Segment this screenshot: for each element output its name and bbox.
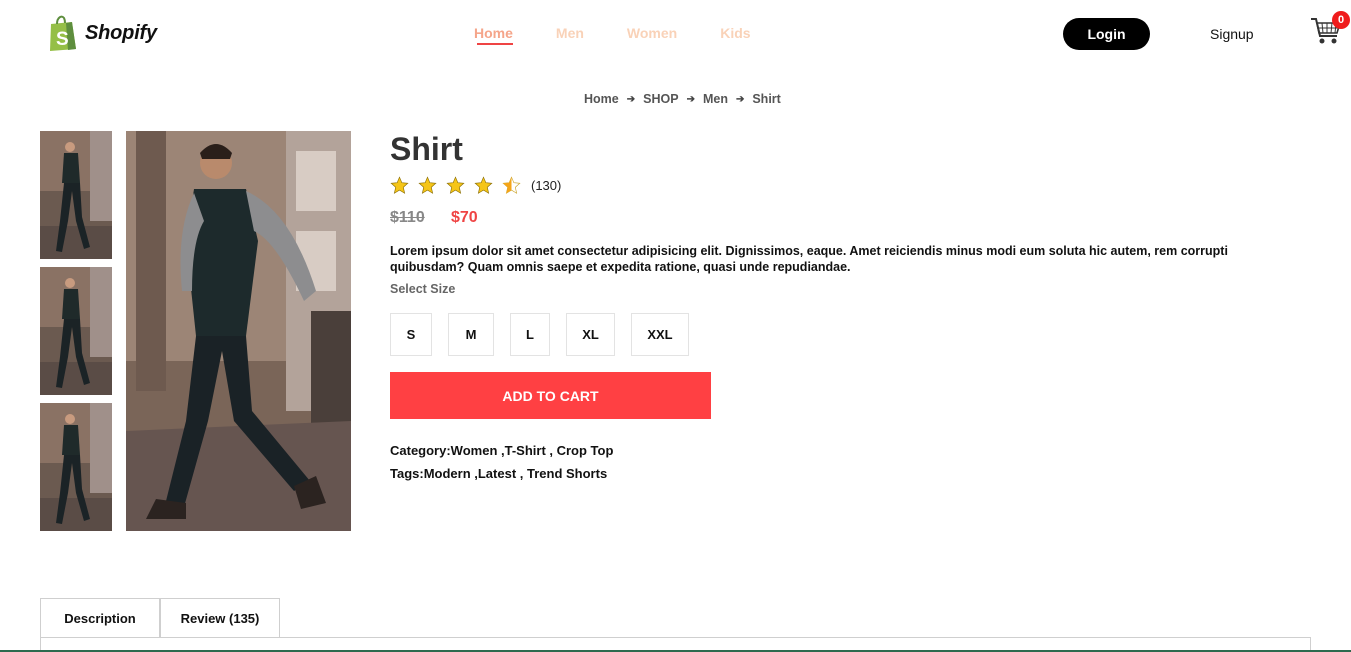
star-full-icon xyxy=(474,176,493,194)
sale-price: $70 xyxy=(451,209,478,226)
nav-home[interactable]: Home xyxy=(474,25,513,45)
size-options: S M L XL XXL xyxy=(390,313,705,356)
site-header: S Shopify Home Men Women Kids Login Sign… xyxy=(0,0,1351,70)
tab-review[interactable]: Review (135) xyxy=(160,598,280,638)
product-description: Lorem ipsum dolor sit amet consectetur a… xyxy=(390,244,1228,274)
product-categories: Category:Women ,T-Shirt , Crop Top xyxy=(390,443,614,458)
add-to-cart-button[interactable]: ADD TO CART xyxy=(390,372,711,419)
cart-count-badge: 0 xyxy=(1332,11,1350,29)
product-title: Shirt xyxy=(390,131,463,167)
brand-name: Shopify xyxy=(85,21,157,44)
size-option-l[interactable]: L xyxy=(510,313,550,356)
tab-description[interactable]: Description xyxy=(40,598,160,638)
product-thumbnail[interactable] xyxy=(40,267,112,395)
original-price: $110 xyxy=(390,209,425,226)
size-option-m[interactable]: M xyxy=(448,313,494,356)
arrow-right-icon: ➔ xyxy=(735,93,745,105)
product-tabs: Description Review (135) xyxy=(40,598,280,638)
star-full-icon xyxy=(446,176,465,194)
star-full-icon xyxy=(390,176,409,194)
nav-men[interactable]: Men xyxy=(556,25,584,41)
nav-women[interactable]: Women xyxy=(627,25,677,41)
shopping-bag-icon: S xyxy=(50,15,76,51)
rating-count: (130) xyxy=(531,178,562,193)
size-option-xxl[interactable]: XXL xyxy=(631,313,689,356)
breadcrumb-home[interactable]: Home xyxy=(584,92,619,106)
product-thumbnail[interactable] xyxy=(40,403,112,531)
brand-logo[interactable]: S Shopify xyxy=(48,14,157,52)
size-option-s[interactable]: S xyxy=(390,313,432,356)
breadcrumb-shop[interactable]: SHOP xyxy=(643,92,678,106)
nav-kids[interactable]: Kids xyxy=(720,25,750,41)
product-tags: Tags:Modern ,Latest , Trend Shorts xyxy=(390,466,608,481)
size-option-xl[interactable]: XL xyxy=(566,313,615,356)
main-nav: Home Men Women Kids xyxy=(474,25,794,45)
login-button[interactable]: Login xyxy=(1063,18,1150,50)
breadcrumb-current: Shirt xyxy=(752,92,781,106)
product-main-image xyxy=(126,131,351,531)
breadcrumb-men[interactable]: Men xyxy=(703,92,728,106)
arrow-right-icon: ➔ xyxy=(686,93,695,105)
product-thumbnail[interactable] xyxy=(40,131,112,259)
arrow-right-icon: ➔ xyxy=(626,93,636,105)
select-size-label: Select Size xyxy=(390,282,456,296)
star-half-icon xyxy=(502,176,521,194)
star-full-icon xyxy=(418,176,437,194)
breadcrumb: Home ➔ SHOP ➔ Men ➔ Shirt xyxy=(584,92,781,106)
svg-text:S: S xyxy=(56,29,69,50)
product-rating: (130) xyxy=(390,176,561,195)
signup-link[interactable]: Signup xyxy=(1210,26,1254,42)
